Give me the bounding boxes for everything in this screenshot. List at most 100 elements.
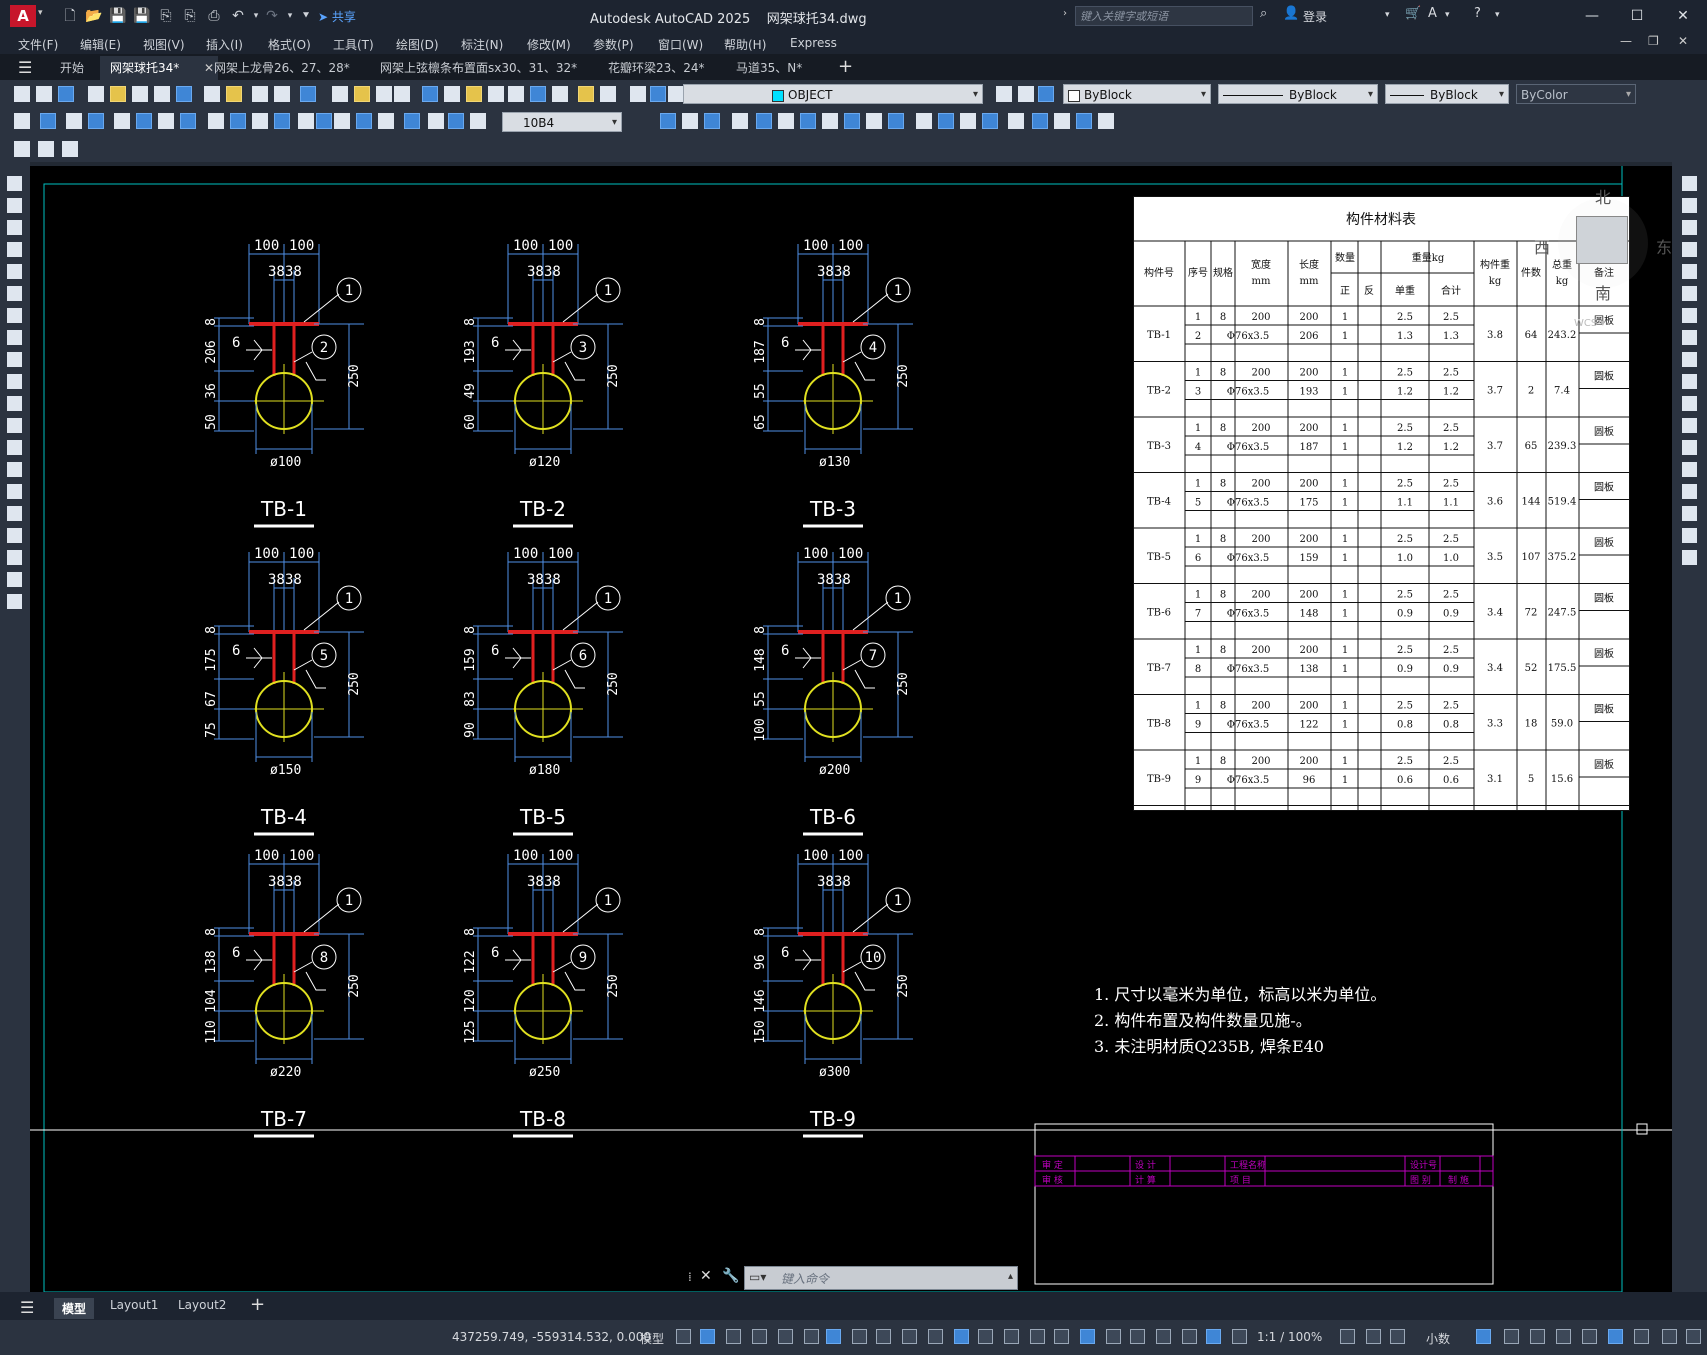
std-tool-22-icon[interactable] — [530, 86, 546, 102]
hamburger-menu-icon[interactable]: ☰ — [18, 58, 32, 77]
std-tool-23-icon[interactable] — [552, 86, 568, 102]
dim-tool-27-icon[interactable] — [800, 113, 816, 129]
search-icon[interactable]: ⌕ — [1260, 6, 1267, 21]
status-toggle-22-icon[interactable] — [1232, 1329, 1247, 1344]
menu-item-2[interactable]: 视图(V) — [143, 36, 185, 53]
draw-tool-11-icon[interactable] — [7, 418, 22, 433]
doc-tab-1[interactable]: 网架球托34* ✕ — [100, 56, 218, 80]
doc-tab-5[interactable]: 马道35、N* — [726, 56, 846, 80]
std-tool-3-icon[interactable] — [88, 86, 104, 102]
block-attr-icon[interactable] — [38, 141, 54, 157]
menu-item-4[interactable]: 格式(O) — [268, 36, 311, 53]
login-button[interactable]: 登录 — [1303, 8, 1327, 25]
detail-TB-9[interactable]: 100 10038 38896146150250ø3001106TB-9 — [753, 848, 913, 1138]
status-toggle-33-icon[interactable] — [1662, 1329, 1677, 1344]
units-dropdown[interactable]: 小数 — [1426, 1330, 1450, 1347]
std-tool-16-icon[interactable] — [394, 86, 410, 102]
block-insert-icon[interactable] — [62, 141, 78, 157]
draw-tool-14-icon[interactable] — [7, 484, 22, 499]
dim-tool-33-icon[interactable] — [938, 113, 954, 129]
command-customize-icon[interactable]: 🔧 — [722, 1268, 739, 1284]
modify-tool-6-icon[interactable] — [1682, 308, 1697, 323]
status-toggle-0-icon[interactable] — [676, 1329, 691, 1344]
status-toggle-5-icon[interactable] — [804, 1329, 819, 1344]
layer-dropdown[interactable]: OBJECT ▾ — [683, 84, 983, 104]
dim-tool-2-icon[interactable] — [66, 113, 82, 129]
menu-item-9[interactable]: 参数(P) — [593, 36, 634, 53]
command-input[interactable]: 键入命令 — [781, 1270, 1031, 1286]
modify-tool-7-icon[interactable] — [1682, 330, 1697, 345]
plotstyle-dropdown[interactable]: ByColor ▾ — [1516, 84, 1636, 104]
close-icon[interactable]: ✕ — [1668, 4, 1698, 28]
share-button[interactable]: ➤ 共享 — [318, 8, 356, 25]
draw-tool-10-icon[interactable] — [7, 396, 22, 411]
modify-tool-12-icon[interactable] — [1682, 440, 1697, 455]
draw-tool-12-icon[interactable] — [7, 440, 22, 455]
doc-tab-4[interactable]: 花瓣环梁23、24* — [598, 56, 738, 80]
dim-tool-7-icon[interactable] — [180, 113, 196, 129]
modify-tool-0-icon[interactable] — [1682, 176, 1697, 191]
std-tool-0-icon[interactable] — [14, 86, 30, 102]
dim-tool-17-icon[interactable] — [404, 113, 420, 129]
status-toggle-10-icon[interactable] — [928, 1329, 943, 1344]
detail-TB-7[interactable]: 100 10038 388138104110250ø220186TB-7 — [204, 848, 364, 1138]
dim-tool-32-icon[interactable] — [916, 113, 932, 129]
dim-tool-0-icon[interactable] — [14, 113, 30, 129]
dim-tool-23-icon[interactable] — [704, 113, 720, 129]
autodesk-app-icon[interactable]: A — [1428, 6, 1437, 21]
status-toggle-21-icon[interactable] — [1206, 1329, 1221, 1344]
std-tool-13-icon[interactable] — [332, 86, 348, 102]
detail-TB-6[interactable]: 100 10038 38814855100250ø200176TB-6 — [753, 546, 913, 836]
web-save-icon[interactable]: ⎘ — [180, 6, 200, 26]
dimstyle-dropdown[interactable]: 10B4 ▾ — [502, 112, 622, 132]
layout1-tab[interactable]: Layout1 — [110, 1298, 158, 1312]
status-toggle-25-icon[interactable] — [1390, 1329, 1405, 1344]
dim-tool-30-icon[interactable] — [866, 113, 882, 129]
user-icon[interactable]: 👤 — [1283, 6, 1299, 21]
menu-item-0[interactable]: 文件(F) — [18, 36, 58, 53]
modify-tool-11-icon[interactable] — [1682, 418, 1697, 433]
command-grip-icon[interactable]: ⁞ — [688, 1270, 692, 1284]
command-recent-icon[interactable]: ▭▾ — [749, 1270, 766, 1284]
redo-icon[interactable]: ↷ — [262, 6, 282, 26]
dim-tool-1-icon[interactable] — [40, 113, 56, 129]
dim-tool-18-icon[interactable] — [428, 113, 444, 129]
menu-item-1[interactable]: 编辑(E) — [80, 36, 121, 53]
dim-tool-40-icon[interactable] — [1098, 113, 1114, 129]
std-tool-24-icon[interactable] — [578, 86, 594, 102]
detail-TB-8[interactable]: 100 10038 388122120125250ø250196TB-8 — [463, 848, 623, 1138]
status-toggle-32-icon[interactable] — [1634, 1329, 1649, 1344]
std-tool-21-icon[interactable] — [508, 86, 524, 102]
draw-tool-19-icon[interactable] — [7, 594, 22, 609]
draw-tool-13-icon[interactable] — [7, 462, 22, 477]
draw-tool-5-icon[interactable] — [7, 286, 22, 301]
doc-close-icon[interactable]: ✕ — [1678, 34, 1688, 48]
modify-tool-3-icon[interactable] — [1682, 242, 1697, 257]
lineweight-dropdown[interactable]: ByBlock ▾ — [1385, 84, 1509, 104]
status-toggle-8-icon[interactable] — [876, 1329, 891, 1344]
dim-tool-15-icon[interactable] — [356, 113, 372, 129]
std-tool-8-icon[interactable] — [204, 86, 220, 102]
annotation-scale[interactable]: 1:1 / 100% — [1257, 1330, 1322, 1344]
dim-tool-22-icon[interactable] — [682, 113, 698, 129]
layout-menu-icon[interactable]: ☰ — [20, 1298, 34, 1317]
status-toggle-23-icon[interactable] — [1340, 1329, 1355, 1344]
modify-tool-5-icon[interactable] — [1682, 286, 1697, 301]
modify-tool-13-icon[interactable] — [1682, 462, 1697, 477]
std-tool-20-icon[interactable] — [488, 86, 504, 102]
doc-minimize-icon[interactable]: — — [1620, 34, 1632, 48]
detail-TB-2[interactable]: 100 10038 3881934960250ø120136TB-2 — [463, 238, 623, 528]
status-toggle-18-icon[interactable] — [1130, 1329, 1145, 1344]
status-toggle-31-icon[interactable] — [1608, 1329, 1623, 1344]
draw-tool-9-icon[interactable] — [7, 374, 22, 389]
command-line[interactable]: ▭▾ 键入命令 ▴ — [744, 1266, 1018, 1290]
std-tool-27-icon[interactable] — [650, 86, 666, 102]
status-toggle-12-icon[interactable] — [978, 1329, 993, 1344]
doc-tab-2[interactable]: 网架上龙骨26、27、28* — [204, 56, 384, 80]
minimize-icon[interactable]: — — [1577, 4, 1607, 28]
modify-tool-8-icon[interactable] — [1682, 352, 1697, 367]
modify-tool-2-icon[interactable] — [1682, 220, 1697, 235]
maximize-icon[interactable]: ☐ — [1622, 4, 1652, 28]
menu-item-7[interactable]: 标注(N) — [461, 36, 503, 53]
menu-item-8[interactable]: 修改(M) — [527, 36, 571, 53]
